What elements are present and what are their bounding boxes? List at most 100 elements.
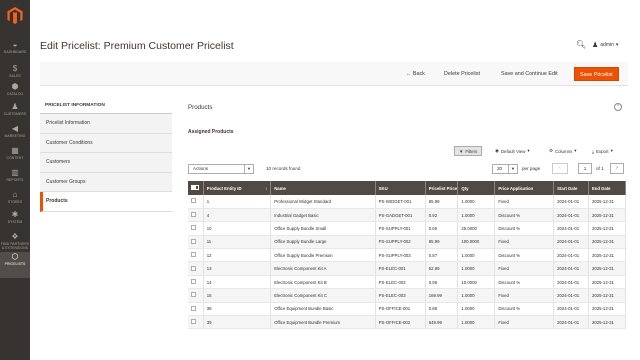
table-cell: 1	[203, 195, 272, 209]
puzzle-icon: ❖	[11, 232, 19, 241]
row-select-cell[interactable]	[188, 235, 204, 250]
table-cell: 2024-01-01	[553, 235, 589, 250]
table-row[interactable]: 12 Office Supply Bundle Premium PS-SUPPLY-…	[188, 248, 627, 263]
per-page-select[interactable]: 20 ▼	[492, 164, 518, 174]
back-button[interactable]: ← Back	[406, 68, 425, 80]
dollar-icon: $	[12, 64, 18, 73]
tab-products[interactable]: Products	[40, 192, 172, 212]
column-header[interactable]: SKU	[375, 181, 426, 195]
row-checkbox[interactable]	[191, 292, 196, 298]
row-select-cell[interactable]	[188, 275, 204, 290]
table-cell: 1.0000	[457, 195, 496, 209]
column-header[interactable]: Price Application	[494, 181, 555, 195]
table-row[interactable]: 14 Electronic Component Kit B PS-ELEC-002 0…	[188, 275, 627, 290]
table-cell: PS-OFFICE-001	[375, 302, 426, 317]
table-cell: 2024-01-01	[553, 261, 589, 276]
table-row[interactable]: 13 Electronic Component Kit A PS-ELEC-001 5…	[188, 261, 627, 276]
table-cell: Professional Widget Standard	[270, 195, 376, 209]
nav-item-label: Dashboard	[3, 50, 27, 54]
export-dropdown[interactable]: ⤓ Export ▾	[592, 146, 613, 156]
table-row[interactable]: 15 Electronic Component Kit C PS-ELEC-003 1…	[188, 288, 627, 303]
nav-item-label: Catalog	[6, 92, 24, 96]
table-cell: 2025-12-31	[588, 235, 627, 250]
table-cell: 2025-12-31	[588, 261, 627, 276]
table-row[interactable]: 4 Industrial Gadget Basic PS-GADGET-001 0.9…	[188, 208, 627, 223]
column-header[interactable]: Pricelist Price	[425, 181, 459, 195]
table-cell: 2025-12-31	[588, 315, 627, 330]
table-row[interactable]: 1 Professional Widget Standard PS-WIDGET-0…	[188, 195, 627, 209]
mass-actions-select[interactable]: Actions ▼	[188, 164, 254, 174]
row-checkbox[interactable]	[191, 319, 196, 325]
magento-logo[interactable]	[7, 7, 23, 24]
table-cell: PS-SUPPLY-001	[375, 221, 426, 236]
column-header-label: Price Application	[498, 185, 534, 191]
save-pricelist-button[interactable]: Save Pricelist	[574, 67, 619, 81]
eye-icon: ◉	[495, 148, 499, 153]
table-cell: PS-GADGET-001	[375, 208, 426, 223]
column-header-label: SKU	[378, 185, 388, 191]
table-cell: 14	[203, 275, 272, 290]
save-continue-button[interactable]: Save and Continue Edit	[501, 68, 558, 80]
row-checkbox[interactable]	[191, 252, 196, 258]
row-checkbox[interactable]	[191, 198, 196, 204]
row-select-cell[interactable]	[188, 288, 204, 303]
sort-icon: ↕	[265, 185, 268, 191]
table-cell: Electronic Component Kit C	[270, 288, 376, 303]
tab-customer-conditions[interactable]: Customer Conditions	[40, 133, 172, 153]
table-cell: 2024-01-01	[553, 248, 589, 263]
table-cell: 2024-01-01	[553, 195, 589, 209]
nav-item-dashboard[interactable]: ◒ Dashboard	[0, 40, 30, 66]
delete-pricelist-button[interactable]: Delete Pricelist	[444, 68, 480, 80]
table-cell: Discount %	[494, 275, 555, 290]
current-page-input[interactable]: 1	[578, 163, 592, 174]
row-checkbox[interactable]	[191, 305, 196, 311]
next-page-button[interactable]: ›	[610, 163, 624, 174]
column-header[interactable]: Product Entity ID ↕	[203, 181, 272, 195]
table-cell: 12	[203, 248, 272, 263]
table-row[interactable]: 38 Office Equipment Bundle Basic PS-OFFICE…	[188, 302, 627, 317]
table-cell: 2025-12-31	[588, 221, 627, 236]
table-row[interactable]: 39 Office Equipment Bundle Premium PS-OFFI…	[188, 315, 627, 330]
user-menu[interactable]: ♟ admin ▾	[592, 41, 618, 49]
table-cell: 0.92	[425, 208, 459, 223]
search-icon[interactable]: 🔍︎	[576, 40, 586, 49]
nav-item-label: System	[7, 220, 23, 224]
row-checkbox[interactable]	[191, 279, 196, 285]
row-select-cell[interactable]	[188, 195, 204, 209]
table-cell: 2024-01-01	[553, 288, 589, 303]
tab-customer-groups[interactable]: Customer Groups	[40, 172, 172, 192]
row-select-cell[interactable]	[188, 315, 204, 330]
page-actions-bar: ← Back Delete Pricelist Save and Continu…	[40, 62, 628, 86]
row-checkbox[interactable]	[191, 265, 196, 271]
column-header[interactable]: Start Date	[553, 181, 589, 195]
row-checkbox[interactable]	[191, 225, 196, 231]
nav-item-label: Pricelists	[4, 262, 26, 266]
table-row[interactable]: 11 Office Supply Bundle Large PS-SUPPLY-00…	[188, 235, 627, 250]
nav-item-pricelists[interactable]: ⬡ Pricelists	[0, 252, 30, 278]
column-header[interactable]: Name	[270, 181, 376, 195]
columns-dropdown[interactable]: ⚙ Columns ▾	[549, 146, 576, 156]
default-view-dropdown[interactable]: ◉ Default View ▾	[495, 146, 530, 156]
chevron-down-icon: ▼	[244, 165, 253, 173]
user-name: admin	[600, 42, 614, 48]
column-header[interactable]: End Date	[588, 181, 627, 195]
column-header[interactable]: Qty	[457, 181, 496, 195]
select-all-checkbox[interactable]	[191, 185, 199, 190]
tab-pricelist-information[interactable]: Pricelist Information	[40, 114, 172, 134]
select-all-header[interactable]	[188, 181, 204, 195]
collapse-icon[interactable]: ⌃	[614, 103, 622, 111]
row-select-cell[interactable]	[188, 261, 204, 276]
row-checkbox[interactable]	[191, 238, 196, 244]
actions-label: Actions	[193, 166, 209, 171]
row-select-cell[interactable]	[188, 208, 204, 223]
row-select-cell[interactable]	[188, 248, 204, 263]
table-row[interactable]: 10 Office Supply Bundle Small PS-SUPPLY-00…	[188, 221, 627, 236]
row-select-cell[interactable]	[188, 221, 204, 236]
filters-button[interactable]: ▼ Filters	[454, 146, 483, 156]
row-select-cell[interactable]	[188, 302, 204, 317]
table-cell: 0.88	[425, 302, 459, 317]
table-cell: 2024-01-01	[553, 302, 589, 317]
row-checkbox[interactable]	[191, 212, 196, 218]
tab-customers[interactable]: Customers	[40, 153, 172, 173]
prev-page-button[interactable]: ‹	[552, 163, 568, 174]
